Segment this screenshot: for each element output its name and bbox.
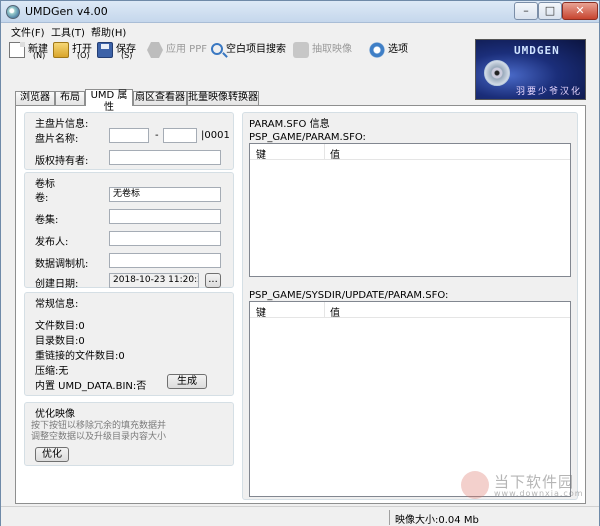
game-param-path: PSP_GAME/PARAM.SFO:	[249, 132, 366, 143]
disc-name-prefix-field[interactable]	[109, 128, 149, 143]
extract-image-label: 抽取映像	[312, 44, 352, 55]
tab-batch-converter[interactable]: 批量映像转换器	[187, 91, 259, 105]
volume-label: 卷:	[35, 193, 49, 204]
floppy-save-icon	[97, 42, 113, 58]
menu-bar: 文件(F) 工具(T) 帮助(H)	[1, 23, 599, 39]
generate-button[interactable]: 生成	[167, 374, 207, 389]
umd-properties-panel: 主盘片信息: 盘片名称: - |0001 版权持有者: 卷标 卷: 无卷标 卷集…	[15, 105, 586, 504]
tab-umd-properties[interactable]: UMD 属性	[85, 89, 133, 113]
general-heading: 常规信息:	[35, 299, 79, 310]
open-button[interactable]: 打开 (O)	[53, 39, 92, 61]
title-bar[interactable]: UMDGen v4.00 – □ ✕	[1, 1, 599, 23]
disc-app-icon	[6, 5, 20, 19]
options-button[interactable]: 选项	[369, 39, 408, 61]
value-column-header[interactable]: 值	[330, 146, 340, 161]
volume-heading: 卷标	[35, 179, 55, 190]
disc-name-separator: -	[155, 130, 159, 141]
apply-ppf-label: 应用 PPF	[166, 44, 207, 55]
created-date-picker-button[interactable]: ...	[205, 273, 221, 288]
close-button[interactable]: ✕	[562, 2, 598, 20]
dir-count: 目录数目:0	[35, 336, 85, 347]
value-column-header[interactable]: 值	[330, 304, 340, 319]
volume-field[interactable]: 无卷标	[109, 187, 221, 202]
publisher-field[interactable]	[109, 231, 221, 246]
minimize-button[interactable]: –	[514, 2, 538, 20]
logo-team: 羽要少爷汉化	[516, 87, 583, 97]
key-column-header[interactable]: 键	[256, 146, 266, 161]
gear-icon	[369, 42, 385, 58]
window-title: UMDGen v4.00	[25, 5, 108, 18]
optimize-group: 优化映像 按下按钮以移除冗余的填充数据并 调整空数据以及升级目录内容大小 优化	[24, 402, 234, 466]
param-sfo-heading: PARAM.SFO 信息	[249, 119, 330, 130]
update-param-table[interactable]: 键 值	[249, 301, 571, 497]
site-watermark: 当下软件园 www.downxia.com	[461, 471, 589, 503]
tab-sector-viewer[interactable]: 扇区查看器	[133, 91, 187, 105]
watermark-url: www.downxia.com	[494, 489, 584, 498]
extract-icon	[293, 42, 309, 58]
disc-logo-icon	[484, 60, 510, 86]
publisher-label: 发布人:	[35, 237, 69, 248]
disc-name-label: 盘片名称:	[35, 134, 79, 145]
key-column-header[interactable]: 键	[256, 304, 266, 319]
new-file-icon	[9, 42, 25, 58]
watermark-logo-icon	[461, 471, 489, 499]
volume-group: 卷标 卷: 无卷标 卷集: 发布人: 数据调制机: 创建日期: 2018-10-…	[24, 172, 234, 290]
save-button[interactable]: 保存 (S)	[97, 39, 136, 61]
builtin-data-info: 内置 UMD_DATA.BIN:否	[35, 381, 147, 392]
status-separator	[389, 510, 390, 525]
app-window: UMDGen v4.00 – □ ✕ 文件(F) 工具(T) 帮助(H) 新建 …	[0, 0, 600, 526]
volume-set-label: 卷集:	[35, 215, 59, 226]
compression-info: 压缩:无	[35, 366, 69, 377]
tab-browser[interactable]: 浏览器	[15, 91, 55, 105]
blank-search-button[interactable]: 空白项目搜索	[211, 39, 286, 61]
general-info-group: 常规信息: 文件数目:0 目录数目:0 重链接的文件数目:0 压缩:无 内置 U…	[24, 292, 234, 396]
preparer-field[interactable]	[109, 253, 221, 268]
copyright-field[interactable]	[109, 150, 221, 165]
hexagon-icon	[147, 42, 163, 58]
tab-strip: 浏览器 布局 UMD 属性 扇区查看器 批量映像转换器	[15, 89, 465, 113]
apply-ppf-button[interactable]: 应用 PPF	[147, 39, 207, 61]
open-shortcut: (O)	[77, 51, 90, 60]
toolbar: 新建 (N) 打开 (O) 保存 (S) 应用 PPF 空白项目搜索 抽取映像 …	[1, 37, 471, 63]
optimize-desc-line2: 调整空数据以及升级目录内容大小	[31, 432, 167, 442]
game-param-table[interactable]: 键 值	[249, 143, 571, 277]
new-shortcut: (N)	[33, 51, 46, 60]
disc-name-id-field[interactable]	[163, 128, 197, 143]
tab-layout[interactable]: 布局	[55, 91, 85, 105]
game-param-table-header: 键 值	[250, 144, 570, 161]
save-shortcut: (S)	[121, 51, 133, 60]
column-divider[interactable]	[324, 144, 325, 160]
column-divider[interactable]	[324, 302, 325, 318]
created-date-label: 创建日期:	[35, 279, 79, 290]
umdgen-logo: UMDGEN 羽要少爷汉化	[475, 39, 586, 100]
search-icon	[211, 42, 223, 55]
disc-name-suffix: |0001	[201, 130, 230, 141]
blank-search-label: 空白项目搜索	[226, 44, 286, 55]
optimize-button[interactable]: 优化	[35, 447, 69, 462]
update-param-table-header: 键 值	[250, 302, 570, 319]
param-sfo-group: PARAM.SFO 信息 PSP_GAME/PARAM.SFO: 键 值 PSP…	[242, 112, 578, 500]
copyright-label: 版权持有者:	[35, 156, 89, 167]
file-count: 文件数目:0	[35, 321, 85, 332]
folder-open-icon	[53, 42, 69, 58]
options-label: 选项	[388, 44, 408, 55]
volume-set-field[interactable]	[109, 209, 221, 224]
main-disc-heading: 主盘片信息:	[35, 119, 89, 130]
logo-brand: UMDGEN	[514, 44, 560, 57]
image-size-status: 映像大小:0.04 Mb	[395, 515, 479, 526]
relinked-file-count: 重链接的文件数目:0	[35, 351, 125, 362]
extract-image-button[interactable]: 抽取映像	[293, 39, 352, 61]
preparer-label: 数据调制机:	[35, 259, 89, 270]
created-date-field[interactable]: 2018-10-23 11:20:29	[109, 273, 199, 288]
maximize-button[interactable]: □	[538, 2, 562, 20]
new-button[interactable]: 新建 (N)	[9, 39, 48, 61]
status-bar: 映像大小:0.04 Mb	[1, 506, 599, 526]
main-disc-group: 主盘片信息: 盘片名称: - |0001 版权持有者:	[24, 112, 234, 170]
update-param-path: PSP_GAME/SYSDIR/UPDATE/PARAM.SFO:	[249, 290, 449, 301]
